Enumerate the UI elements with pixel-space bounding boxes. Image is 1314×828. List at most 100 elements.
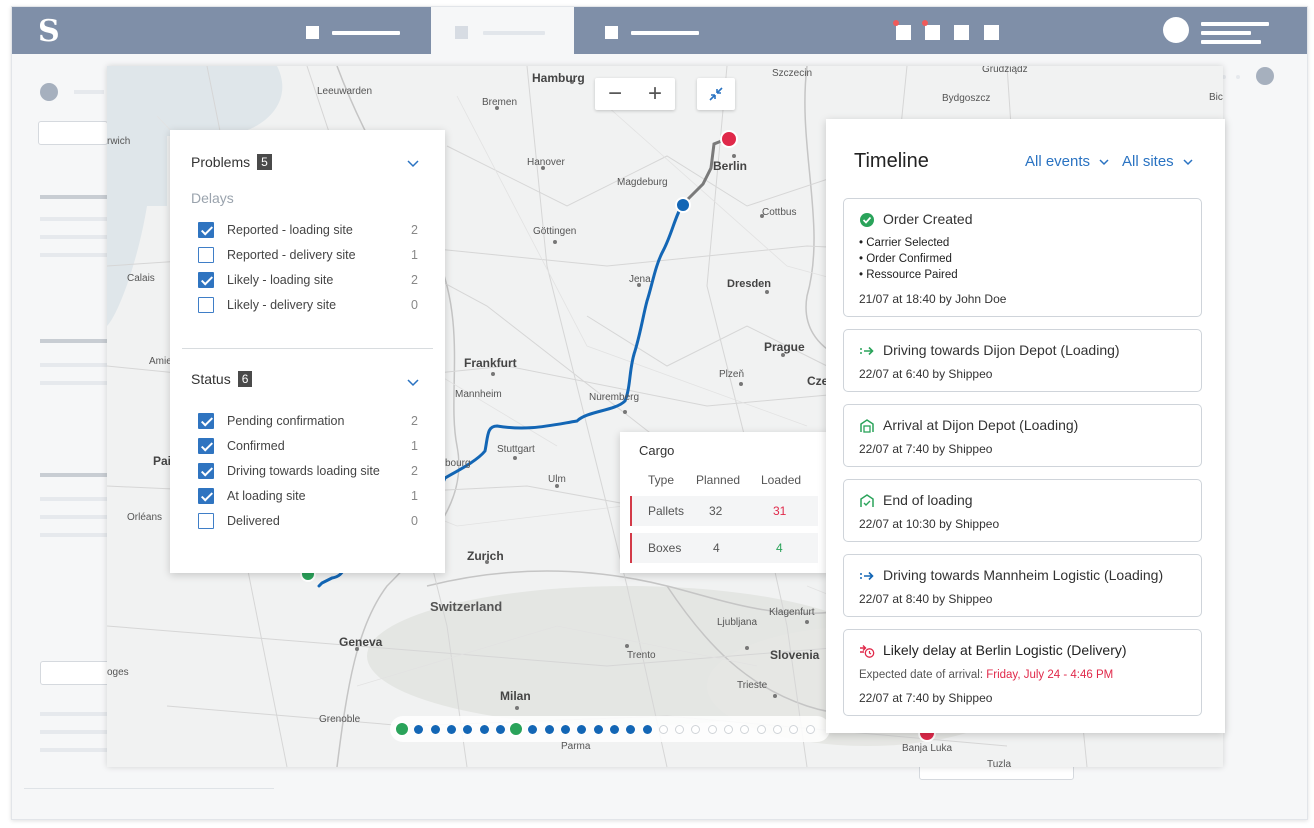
filter-option[interactable]: Driving towards loading site 2	[198, 463, 418, 481]
progress-step[interactable]	[561, 725, 570, 734]
timeline-title: Timeline	[854, 150, 929, 172]
app-logo[interactable]: S	[38, 14, 60, 49]
event-title: Driving towards Dijon Depot (Loading)	[883, 342, 1120, 358]
user-name-placeholder	[1201, 22, 1269, 26]
check-circle-icon	[860, 213, 874, 227]
zoom-out-button[interactable]: −	[595, 80, 635, 108]
timeline-panel: Timeline All events All sites Order Crea…	[826, 119, 1225, 733]
delay-clock-icon	[860, 645, 875, 658]
bg-help-icon	[1256, 67, 1274, 85]
filter-option[interactable]: Reported - delivery site 1	[198, 247, 418, 265]
cargo-col-planned: Planned	[696, 473, 741, 487]
events-filter-label: All events	[1025, 153, 1091, 170]
delays-subheader: Delays	[191, 190, 234, 206]
filter-option-label: Likely - loading site	[227, 273, 334, 287]
timeline-event-arrival-dijon[interactable]: Arrival at Dijon Depot (Loading) 22/07 a…	[843, 404, 1202, 467]
progress-step[interactable]	[675, 725, 685, 734]
event-title: End of loading	[883, 492, 973, 508]
event-bullet: • Carrier Selected	[859, 237, 950, 249]
filter-checkbox[interactable]	[198, 222, 214, 238]
progress-step[interactable]	[805, 725, 815, 734]
settings-icon[interactable]	[984, 25, 999, 40]
status-chevron-down-icon[interactable]	[405, 378, 421, 388]
nav-tab-1[interactable]	[306, 25, 406, 39]
progress-step[interactable]	[789, 725, 799, 734]
filter-checkbox[interactable]	[198, 297, 214, 313]
driving-arrow-icon	[860, 571, 874, 581]
event-title: Order Created	[883, 211, 973, 227]
progress-step[interactable]	[724, 725, 733, 734]
filter-option[interactable]: Likely - loading site 2	[198, 272, 418, 290]
problems-title: Problems	[191, 154, 251, 170]
filter-option[interactable]: Reported - loading site 2	[198, 222, 418, 240]
progress-step[interactable]	[495, 725, 505, 734]
filter-option-count: 1	[411, 439, 418, 453]
shipment-progress	[390, 716, 830, 742]
milestone-step-icon[interactable]	[394, 721, 410, 737]
menu-icon[interactable]	[954, 25, 969, 40]
cargo-title: Cargo	[639, 443, 675, 458]
nav-tab-2-active[interactable]	[431, 7, 574, 54]
filter-option-count: 2	[411, 273, 418, 287]
status-title: Status	[191, 371, 231, 387]
problems-chevron-down-icon[interactable]	[405, 159, 421, 169]
problems-header[interactable]: Problems 5	[191, 154, 272, 170]
cargo-planned: 32	[709, 504, 723, 518]
filter-option-label: Driving towards loading site	[227, 464, 380, 478]
timeline-event-driving-dijon[interactable]: Driving towards Dijon Depot (Loading) 22…	[843, 329, 1202, 392]
filter-option[interactable]: Confirmed 1	[198, 438, 418, 456]
progress-step[interactable]	[463, 725, 473, 734]
progress-step[interactable]	[544, 725, 554, 734]
progress-step[interactable]	[740, 725, 750, 734]
milestone-step-icon[interactable]	[508, 721, 525, 737]
filter-checkbox[interactable]	[198, 438, 214, 454]
progress-step[interactable]	[658, 725, 668, 734]
filter-checkbox[interactable]	[198, 488, 214, 504]
progress-step[interactable]	[626, 725, 636, 734]
zoom-in-button[interactable]: +	[635, 80, 675, 108]
status-header[interactable]: Status 6	[191, 371, 253, 387]
chevron-down-icon	[1183, 159, 1193, 166]
filter-option[interactable]: At loading site 1	[198, 488, 418, 506]
progress-step[interactable]	[772, 725, 782, 734]
progress-step[interactable]	[642, 725, 652, 734]
status-count-badge: 6	[237, 371, 253, 387]
collapse-button[interactable]	[697, 78, 735, 110]
progress-step[interactable]	[414, 725, 424, 734]
chevron-down-icon	[1099, 159, 1109, 166]
events-filter-dropdown[interactable]: All events	[1025, 153, 1109, 170]
progress-step[interactable]	[577, 725, 587, 734]
nav-tab-3[interactable]	[605, 25, 705, 39]
timeline-event-end-loading[interactable]: End of loading 22/07 at 10:30 by Shippeo	[843, 479, 1202, 542]
filter-option[interactable]: Delivered 0	[198, 513, 418, 531]
filter-option[interactable]: Pending confirmation 2	[198, 413, 418, 431]
progress-step[interactable]	[707, 725, 717, 734]
progress-step[interactable]	[430, 725, 440, 734]
timeline-event-order-created[interactable]: Order Created • Carrier Selected • Order…	[843, 198, 1202, 317]
sites-filter-dropdown[interactable]: All sites	[1122, 153, 1193, 170]
filter-option[interactable]: Likely - delivery site 0	[198, 297, 418, 315]
filter-checkbox[interactable]	[198, 413, 214, 429]
progress-step[interactable]	[446, 725, 456, 734]
timeline-event-likely-delay[interactable]: Likely delay at Berlin Logistic (Deliver…	[843, 629, 1202, 716]
event-eta: Expected date of arrival: Friday, July 2…	[859, 669, 1113, 681]
progress-step[interactable]	[756, 725, 766, 734]
cargo-col-type: Type	[648, 473, 675, 487]
event-meta: 21/07 at 18:40 by John Doe	[859, 292, 1007, 306]
filter-checkbox[interactable]	[198, 272, 214, 288]
progress-step[interactable]	[609, 725, 619, 734]
filter-checkbox[interactable]	[198, 463, 214, 479]
top-navigation-bar: S	[12, 7, 1307, 54]
progress-step[interactable]	[691, 725, 701, 734]
timeline-event-driving-mannheim[interactable]: Driving towards Mannheim Logistic (Loadi…	[843, 554, 1202, 617]
progress-step[interactable]	[593, 725, 603, 734]
progress-step[interactable]	[479, 725, 489, 734]
filter-option-count: 2	[411, 414, 418, 428]
user-avatar[interactable]	[1163, 17, 1189, 43]
event-title: Driving towards Mannheim Logistic (Loadi…	[883, 567, 1164, 583]
driving-arrow-icon	[860, 346, 874, 356]
filter-checkbox[interactable]	[198, 247, 214, 263]
country-label: Switzerland	[430, 599, 503, 614]
filter-checkbox[interactable]	[198, 513, 214, 529]
progress-step[interactable]	[528, 725, 538, 734]
